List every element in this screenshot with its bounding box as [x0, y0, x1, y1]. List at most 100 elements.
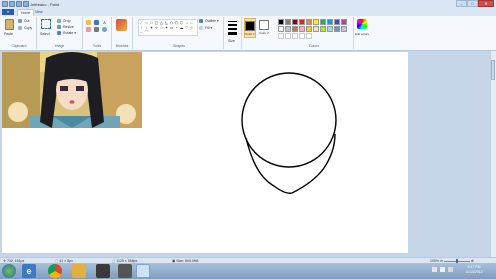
color2-button[interactable]: Color 2: [258, 18, 270, 38]
save-icon[interactable]: [9, 1, 15, 7]
paint-taskbar-icon[interactable]: [136, 264, 150, 278]
palette-swatch[interactable]: [327, 26, 333, 32]
chrome-icon[interactable]: [48, 264, 62, 278]
palette-swatch[interactable]: [299, 26, 305, 32]
eraser-icon[interactable]: [86, 27, 91, 32]
resize-button[interactable]: Resize: [57, 25, 74, 29]
folder-icon[interactable]: [72, 264, 86, 278]
rotate-icon: [57, 31, 61, 35]
size-group: Size: [224, 17, 242, 49]
redo-icon[interactable]: [23, 1, 29, 7]
cut-label: Cut: [24, 19, 30, 23]
size-label[interactable]: Size: [228, 39, 235, 43]
tools-group: A Tools: [83, 17, 112, 49]
rotate-label: Rotate ▾: [63, 31, 77, 35]
palette-swatch[interactable]: [299, 19, 305, 25]
palette-swatch[interactable]: [334, 26, 340, 32]
color1-swatch: [245, 21, 255, 31]
paint-app-icon[interactable]: [2, 1, 8, 7]
color2-swatch: [259, 20, 269, 30]
start-button-icon[interactable]: [2, 264, 16, 278]
fill-dropdown[interactable]: Fill ▾: [199, 26, 212, 30]
custom-swatch[interactable]: [278, 33, 284, 39]
paste-icon[interactable]: [5, 19, 14, 30]
brush-icon[interactable]: [116, 19, 127, 31]
window-title: Jetfreako - Paint: [30, 2, 60, 7]
color1-label: Color 1: [245, 32, 255, 36]
palette-swatch[interactable]: [341, 19, 347, 25]
line-size-icon[interactable]: [228, 21, 237, 35]
resize-label: Resize: [63, 25, 74, 29]
custom-swatch[interactable]: [299, 33, 305, 39]
file-menu-button[interactable]: ▾: [2, 9, 14, 15]
scissors-icon: [18, 19, 22, 23]
palette-swatch[interactable]: [334, 19, 340, 25]
palette-swatch[interactable]: [320, 26, 326, 32]
palette-swatch[interactable]: [327, 19, 333, 25]
cut-button[interactable]: Cut: [18, 19, 29, 23]
window-controls: – □ ✕: [456, 0, 494, 7]
shapes-gallery[interactable]: ⁄ ○ □ ▢ △ ◺ ◇ ⬠ ⬡ → ← ↑ ↓ ✦ ✧ ☆ ✶ ▭ ◔ ☁ ♡ ⚡ ~ ⌒: [138, 19, 198, 36]
palette-swatch[interactable]: [306, 26, 312, 32]
palette-swatch[interactable]: [306, 19, 312, 25]
outline-icon: [199, 19, 203, 23]
pasted-character-image[interactable]: [2, 52, 142, 128]
scrollbar-thumb[interactable]: [491, 60, 495, 80]
palette-row-custom: [278, 33, 312, 39]
custom-swatch[interactable]: [306, 33, 312, 39]
copy-label: Copy: [24, 26, 33, 30]
copy-button[interactable]: Copy: [18, 26, 32, 30]
palette-swatch[interactable]: [278, 26, 284, 32]
clock-date: 11/13/2012: [465, 270, 483, 274]
colors-group: Colors: [275, 17, 354, 49]
palette-swatch[interactable]: [285, 26, 291, 32]
drawn-head-outline[interactable]: [241, 72, 337, 194]
custom-swatch[interactable]: [292, 33, 298, 39]
fill-bucket-icon[interactable]: [94, 20, 99, 25]
media-player-icon[interactable]: [96, 264, 110, 278]
maximize-button[interactable]: □: [467, 0, 478, 7]
shape-option[interactable]: ⌒: [144, 30, 149, 35]
rotate-button[interactable]: Rotate ▾: [57, 31, 76, 35]
game-icon[interactable]: [118, 264, 132, 278]
color1-button[interactable]: Color 1: [244, 18, 256, 38]
clock[interactable]: 6:37 PM 11/13/2012: [456, 265, 492, 275]
color-picker-icon[interactable]: [94, 27, 99, 32]
close-button[interactable]: ✕: [478, 0, 494, 7]
volume-icon[interactable]: [440, 267, 445, 272]
edit-colors-icon[interactable]: [357, 19, 367, 29]
network-icon[interactable]: [432, 267, 437, 272]
edit-colors-button[interactable]: Edit colors: [354, 32, 370, 36]
tab-view[interactable]: View: [32, 9, 46, 15]
drawing-canvas[interactable]: [2, 52, 408, 253]
battery-icon[interactable]: [448, 267, 453, 272]
vertical-scrollbar[interactable]: [490, 51, 496, 257]
shapes-group: ⁄ ○ □ ▢ △ ◺ ◇ ⬠ ⬡ → ← ↑ ↓ ✦ ✧ ☆ ✶ ▭ ◔ ☁ ♡ ⚡ ~ ⌒ Outline ▾ Fill …: [135, 17, 224, 49]
undo-icon[interactable]: [16, 1, 22, 7]
crop-button[interactable]: Crop: [57, 19, 71, 23]
select-icon[interactable]: [41, 19, 51, 29]
pencil-icon[interactable]: [86, 20, 91, 25]
palette-swatch[interactable]: [313, 19, 319, 25]
palette-swatch[interactable]: [341, 26, 347, 32]
paste-button[interactable]: Paste: [4, 32, 13, 36]
palette-swatch[interactable]: [292, 26, 298, 32]
palette-swatch[interactable]: [278, 19, 284, 25]
palette-row-1: [278, 19, 347, 25]
brushes-group: Brushes: [112, 17, 133, 49]
internet-explorer-icon[interactable]: e: [22, 264, 36, 278]
palette-swatch[interactable]: [320, 19, 326, 25]
text-icon[interactable]: A: [102, 20, 107, 25]
custom-swatch[interactable]: [285, 33, 291, 39]
shape-option[interactable]: ⚡: [189, 25, 194, 30]
minimize-button[interactable]: –: [456, 0, 467, 7]
outline-dropdown[interactable]: Outline ▾: [199, 19, 219, 23]
magnifier-icon[interactable]: [102, 27, 107, 32]
zoom-slider[interactable]: [443, 258, 470, 264]
resize-icon: [57, 25, 61, 29]
tools-group-label: Tools: [92, 44, 102, 48]
palette-swatch[interactable]: [285, 19, 291, 25]
select-button[interactable]: Select: [40, 32, 50, 36]
palette-swatch[interactable]: [313, 26, 319, 32]
palette-swatch[interactable]: [292, 19, 298, 25]
